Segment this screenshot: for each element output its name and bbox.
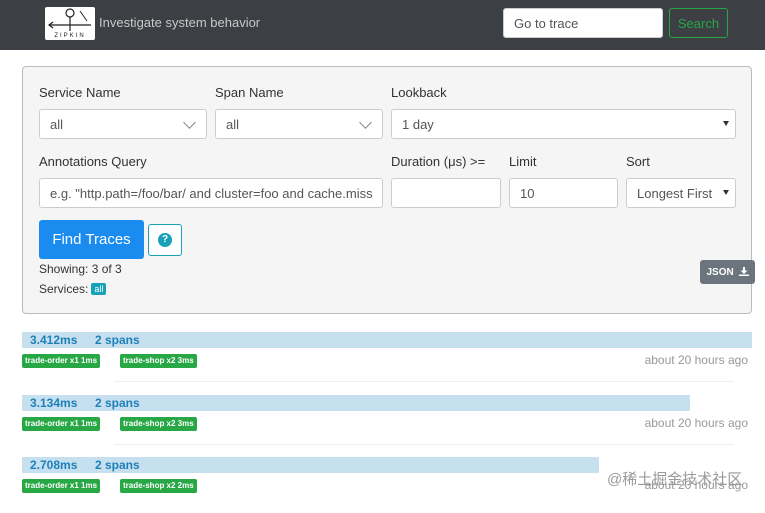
trace-timestamp: about 20 hours ago xyxy=(644,416,748,430)
row-divider xyxy=(114,381,734,382)
search-button[interactable]: Search xyxy=(669,8,728,38)
tagline: Investigate system behavior xyxy=(99,15,261,30)
trace-duration: 2.708ms xyxy=(30,458,78,472)
span-name-label: Span Name xyxy=(215,85,284,100)
go-to-trace-input[interactable] xyxy=(503,8,663,38)
lookback-select[interactable]: 1 day xyxy=(391,109,736,139)
limit-value: 10 xyxy=(520,186,535,201)
zipkin-logo-icon xyxy=(48,8,91,31)
sort-select[interactable]: Longest First xyxy=(626,178,736,208)
lookback-value: 1 day xyxy=(402,117,434,132)
trace-row[interactable]: 3.134ms 2 spans trade-order x1 1ms trade-sh… xyxy=(22,395,752,451)
service-name-label: Service Name xyxy=(39,85,121,100)
top-navbar: ZIPKIN Investigate system behavior Searc… xyxy=(0,0,765,50)
trace-duration: 3.134ms xyxy=(30,396,78,410)
question-circle-icon: ? xyxy=(158,233,172,247)
trace-duration: 3.412ms xyxy=(30,333,78,347)
trace-span-count: 2 spans xyxy=(95,396,140,410)
service-tag[interactable]: trade-order x1 1ms xyxy=(22,417,101,431)
sort-label: Sort xyxy=(626,154,650,169)
row-divider xyxy=(114,444,734,445)
annotations-query-input[interactable]: e.g. "http.path=/foo/bar/ and cluster=fo… xyxy=(39,178,383,208)
limit-input[interactable]: 10 xyxy=(509,178,618,208)
service-tag[interactable]: trade-shop x2 3ms xyxy=(120,354,197,368)
zipkin-logo[interactable]: ZIPKIN xyxy=(45,7,95,40)
trace-span-count: 2 spans xyxy=(95,458,140,472)
chevron-down-icon xyxy=(183,116,196,129)
json-download-button[interactable]: JSON xyxy=(700,260,755,284)
annotations-label: Annotations Query xyxy=(39,154,147,169)
download-icon xyxy=(738,266,749,276)
caret-down-icon xyxy=(723,121,729,126)
annotations-placeholder: e.g. "http.path=/foo/bar/ and cluster=fo… xyxy=(50,186,373,201)
caret-down-icon xyxy=(723,190,729,195)
limit-label: Limit xyxy=(509,154,537,169)
duration-label: Duration (μs) >= xyxy=(391,154,486,169)
service-tag[interactable]: trade-order x1 1ms xyxy=(22,354,101,368)
services-label: Services: xyxy=(39,282,89,296)
span-name-value: all xyxy=(226,117,240,132)
search-panel: Service Name all Span Name all Lookback … xyxy=(22,66,755,314)
duration-input[interactable] xyxy=(391,178,501,208)
span-name-select[interactable]: all xyxy=(215,109,383,139)
chevron-down-icon xyxy=(359,116,372,129)
service-tag[interactable]: trade-order x1 1ms xyxy=(22,479,101,493)
service-badge[interactable]: all xyxy=(91,283,107,295)
help-button[interactable]: ? xyxy=(148,224,182,256)
service-name-select[interactable]: all xyxy=(39,109,207,139)
find-traces-button[interactable]: Find Traces xyxy=(39,220,144,259)
watermark: @稀土掘金技术社区 xyxy=(607,471,743,488)
service-tag[interactable]: trade-shop x2 2ms xyxy=(120,479,197,493)
sort-value: Longest First xyxy=(637,186,713,201)
trace-row[interactable]: 3.412ms 2 spans trade-order x1 1ms trade-sh… xyxy=(22,332,752,388)
trace-span-count: 2 spans xyxy=(95,333,140,347)
service-name-value: all xyxy=(50,117,64,132)
service-tag[interactable]: trade-shop x2 3ms xyxy=(120,417,197,431)
lookback-label: Lookback xyxy=(391,85,447,100)
trace-timestamp: about 20 hours ago xyxy=(644,353,748,367)
showing-count: Showing: 3 of 3 xyxy=(39,262,122,276)
json-label: JSON xyxy=(706,266,734,278)
services-row: Services: all xyxy=(39,282,107,296)
logo-text: ZIPKIN xyxy=(54,33,86,39)
